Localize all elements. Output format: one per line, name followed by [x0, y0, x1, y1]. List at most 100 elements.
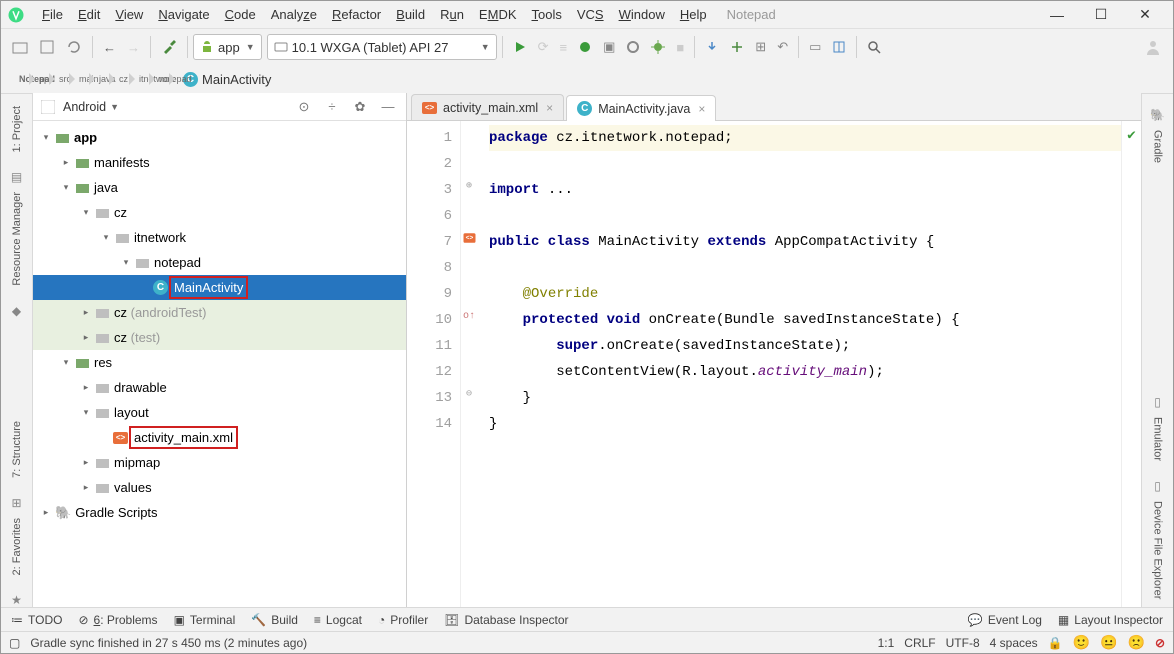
- status-face-sad[interactable]: 🙁: [1128, 634, 1145, 651]
- crumb-main[interactable]: main: [69, 71, 89, 87]
- tree-manifests[interactable]: ▸ manifests: [33, 150, 406, 175]
- crumb-app[interactable]: app: [29, 71, 49, 87]
- menu-edit[interactable]: Edit: [71, 4, 107, 25]
- run-config-combo[interactable]: app ▼: [193, 34, 262, 60]
- minimize-button[interactable]: —: [1035, 5, 1079, 25]
- tree-values[interactable]: ▸ values: [33, 475, 406, 500]
- apply-code-icon[interactable]: ≡: [555, 36, 573, 59]
- tree-layout[interactable]: ▾ layout: [33, 400, 406, 425]
- crumb-itnetwork[interactable]: itnetwork: [129, 71, 149, 87]
- status-error-icon[interactable]: ⊘: [1155, 636, 1165, 650]
- gutter-resmgr-icon[interactable]: ◆: [12, 304, 21, 318]
- tree-cz[interactable]: ▾ cz: [33, 200, 406, 225]
- tool-todo[interactable]: ≔ TODO: [11, 613, 62, 627]
- vcs-commit-icon[interactable]: [725, 36, 749, 58]
- menu-refactor[interactable]: Refactor: [325, 4, 388, 25]
- gutter-resmgr[interactable]: Resource Manager: [11, 192, 23, 286]
- vcs-history-icon[interactable]: ⊞: [750, 35, 771, 59]
- tool-profiler[interactable]: ◔ Profiler: [378, 613, 428, 627]
- tool-layout-inspector[interactable]: ▦ Layout Inspector: [1058, 613, 1163, 627]
- menu-window[interactable]: Window: [612, 4, 672, 25]
- fold-icon[interactable]: ⊕: [461, 173, 477, 199]
- debug-icon[interactable]: [573, 36, 597, 58]
- project-expand-icon[interactable]: ÷: [322, 99, 342, 114]
- stop-icon[interactable]: ■: [671, 36, 689, 59]
- profile-icon[interactable]: [621, 36, 645, 58]
- gutter-layers-icon[interactable]: ▤: [11, 170, 22, 184]
- apply-changes-icon[interactable]: ⟳: [533, 35, 554, 59]
- menu-code[interactable]: Code: [218, 4, 263, 25]
- status-encoding[interactable]: UTF-8: [946, 636, 980, 650]
- tree-mipmap[interactable]: ▸ mipmap: [33, 450, 406, 475]
- project-hide-icon[interactable]: —: [378, 99, 398, 114]
- nav-back-icon[interactable]: ←: [98, 36, 121, 59]
- gutter-structure[interactable]: 7: Structure: [11, 421, 23, 478]
- gradle-icon[interactable]: 🐘: [1150, 108, 1165, 122]
- tree-notepad[interactable]: ▾ notepad: [33, 250, 406, 275]
- tool-build[interactable]: 🔨 Build: [251, 613, 298, 627]
- build-hammer-icon[interactable]: [156, 35, 182, 59]
- tree-app[interactable]: ▾ app: [33, 125, 406, 150]
- tree-res[interactable]: ▾ res: [33, 350, 406, 375]
- maximize-button[interactable]: ☐: [1079, 4, 1123, 25]
- menu-view[interactable]: View: [108, 4, 150, 25]
- devfile-icon[interactable]: ▯: [1154, 479, 1161, 493]
- gutter-devfile[interactable]: Device File Explorer: [1152, 501, 1164, 599]
- tab-mainactivity-java[interactable]: C MainActivity.java ×: [566, 95, 716, 121]
- project-tree[interactable]: ▾ app ▸ manifests ▾ java ▾ cz ▾: [33, 121, 406, 607]
- coverage-icon[interactable]: ▣: [598, 35, 620, 59]
- status-face-neutral[interactable]: 😐: [1100, 634, 1117, 651]
- search-everywhere-icon[interactable]: [862, 36, 886, 58]
- run-icon[interactable]: [508, 36, 532, 58]
- sdk-manager-icon[interactable]: [827, 36, 851, 58]
- gutter-favorites[interactable]: 2: Favorites: [11, 518, 23, 575]
- crumb-project[interactable]: Notepad: [13, 71, 29, 87]
- crumb-cz[interactable]: cz: [109, 71, 129, 87]
- tree-gradle-scripts[interactable]: ▸ 🐘 Gradle Scripts: [33, 500, 406, 525]
- crumb-src[interactable]: src: [49, 71, 69, 87]
- gutter-emulator[interactable]: Emulator: [1152, 417, 1164, 461]
- menu-build[interactable]: Build: [389, 4, 432, 25]
- tool-terminal[interactable]: ▣ Terminal: [174, 613, 236, 627]
- override-icon[interactable]: o↑: [461, 303, 477, 329]
- vcs-update-icon[interactable]: [700, 36, 724, 58]
- crumb-notepad[interactable]: notepad: [149, 71, 169, 87]
- open-file-icon[interactable]: [7, 35, 33, 59]
- attach-debugger-icon[interactable]: [646, 36, 670, 58]
- tab-activity-main-xml[interactable]: <> activity_main.xml ×: [411, 94, 564, 120]
- status-lock-icon[interactable]: 🔒: [1048, 636, 1063, 650]
- save-all-icon[interactable]: [34, 35, 60, 59]
- project-view-selector[interactable]: Android ▼: [63, 100, 119, 114]
- menu-analyze[interactable]: Analyze: [264, 4, 324, 25]
- gutter-project[interactable]: 1: Project: [11, 106, 23, 152]
- menu-help[interactable]: Help: [673, 4, 714, 25]
- tree-java[interactable]: ▾ java: [33, 175, 406, 200]
- tree-activity-main-xml[interactable]: <> activity_main.xml: [33, 425, 406, 450]
- gutter-gradle[interactable]: Gradle: [1152, 130, 1164, 163]
- tree-cz-androidtest[interactable]: ▸ cz (androidTest): [33, 300, 406, 325]
- tree-cz-test[interactable]: ▸ cz (test): [33, 325, 406, 350]
- menu-emdk[interactable]: EMDK: [472, 4, 524, 25]
- code-editor[interactable]: 1 2 3 6 7 8 9 10 11 12 13 14 ⊕ <> o↑: [407, 121, 1141, 607]
- fold-icon[interactable]: ⊖: [461, 381, 477, 407]
- close-button[interactable]: ✕: [1123, 4, 1167, 25]
- crumb-java[interactable]: java: [89, 71, 109, 87]
- gutter-structure-icon[interactable]: ⊞: [11, 496, 21, 510]
- layout-gutter-icon[interactable]: <>: [463, 233, 475, 243]
- device-combo[interactable]: 10.1 WXGA (Tablet) API 27 ▼: [267, 34, 497, 60]
- status-indent[interactable]: 4 spaces: [990, 636, 1038, 650]
- status-face-happy[interactable]: 🙂: [1073, 634, 1090, 651]
- nav-forward-icon[interactable]: →: [122, 36, 145, 59]
- status-toggle-icon[interactable]: ▢: [9, 636, 20, 650]
- close-tab-icon[interactable]: ×: [546, 101, 553, 115]
- tree-itnetwork[interactable]: ▾ itnetwork: [33, 225, 406, 250]
- menu-navigate[interactable]: Navigate: [151, 4, 216, 25]
- vcs-revert-icon[interactable]: ↶: [772, 35, 793, 59]
- inspection-ok-icon[interactable]: ✔: [1122, 127, 1141, 144]
- tool-logcat[interactable]: ≡ Logcat: [314, 613, 362, 627]
- tool-event-log[interactable]: 💬 Event Log: [968, 613, 1042, 627]
- tree-mainactivity[interactable]: C MainActivity: [33, 275, 406, 300]
- tree-drawable[interactable]: ▸ drawable: [33, 375, 406, 400]
- close-tab-icon[interactable]: ×: [698, 102, 705, 116]
- code-content[interactable]: package cz.itnetwork.notepad; import ...…: [477, 121, 1121, 607]
